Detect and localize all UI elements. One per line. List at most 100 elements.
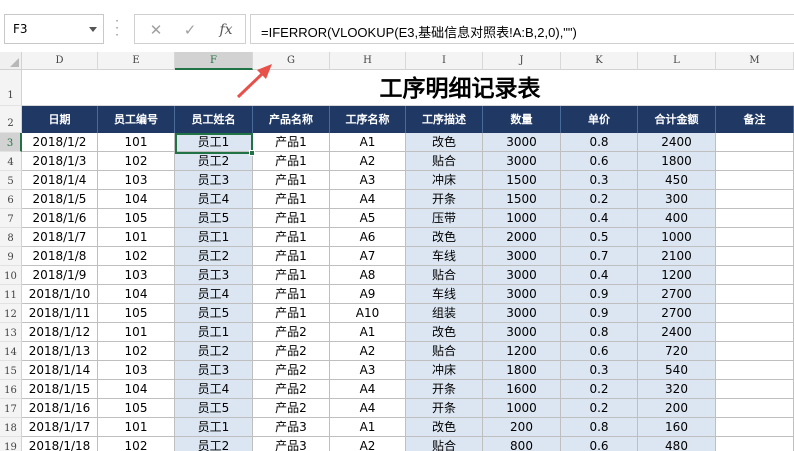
table-header-cell[interactable]: 数量 [483,106,561,133]
name-box[interactable]: F3 [4,14,104,44]
table-cell[interactable] [716,323,794,342]
table-header-cell[interactable]: 单价 [561,106,638,133]
row-header-17[interactable]: 17 [0,399,22,418]
table-cell[interactable]: 105 [98,399,175,418]
table-cell[interactable]: 贴合 [406,342,483,361]
table-cell[interactable]: 产品1 [253,266,330,285]
table-cell[interactable]: 102 [98,247,175,266]
table-cell[interactable]: 0.9 [561,304,638,323]
table-cell[interactable]: 1800 [483,361,561,380]
table-cell[interactable]: 2400 [638,323,716,342]
table-cell[interactable]: 3000 [483,285,561,304]
column-header-d[interactable]: D [22,52,98,70]
table-cell[interactable]: 0.3 [561,171,638,190]
row-header-10[interactable]: 10 [0,266,22,285]
enter-icon[interactable]: ✓ [181,21,199,39]
table-cell[interactable]: 开条 [406,190,483,209]
table-cell[interactable]: 产品2 [253,342,330,361]
table-header-cell[interactable]: 产品名称 [253,106,330,133]
table-cell[interactable]: 改色 [406,418,483,437]
table-cell[interactable]: 2400 [638,133,716,152]
table-cell[interactable]: 1000 [483,209,561,228]
table-cell[interactable] [716,209,794,228]
column-header-h[interactable]: H [330,52,406,70]
table-cell[interactable]: 开条 [406,399,483,418]
table-cell[interactable]: 2018/1/8 [22,247,98,266]
table-cell[interactable]: 800 [483,437,561,451]
table-cell[interactable]: 480 [638,437,716,451]
table-cell[interactable]: 104 [98,190,175,209]
table-cell[interactable]: 2000 [483,228,561,247]
table-cell[interactable]: 2018/1/17 [22,418,98,437]
table-cell[interactable]: 产品1 [253,304,330,323]
table-cell[interactable]: 改色 [406,228,483,247]
table-cell[interactable]: 0.6 [561,437,638,451]
table-cell[interactable]: 200 [483,418,561,437]
table-cell[interactable]: 540 [638,361,716,380]
row-header-11[interactable]: 11 [0,285,22,304]
table-cell[interactable]: 720 [638,342,716,361]
table-cell[interactable]: 104 [98,285,175,304]
table-cell[interactable]: A2 [330,342,406,361]
row-header-2[interactable]: 2 [0,106,22,133]
row-header-1[interactable]: 1 [0,70,22,106]
drag-handle-icon[interactable]: · · · [114,15,120,41]
column-header-j[interactable]: J [483,52,561,70]
table-cell[interactable] [716,380,794,399]
table-cell[interactable]: 105 [98,304,175,323]
table-cell[interactable]: 产品2 [253,399,330,418]
table-header-cell[interactable]: 员工姓名 [175,106,253,133]
table-header-cell[interactable]: 备注 [716,106,794,133]
table-cell[interactable]: 2018/1/16 [22,399,98,418]
table-cell[interactable]: 员工2 [175,152,253,171]
table-header-cell[interactable]: 员工编号 [98,106,175,133]
table-cell[interactable]: 产品2 [253,361,330,380]
table-cell[interactable]: 员工4 [175,285,253,304]
table-cell[interactable]: 1200 [638,266,716,285]
row-header-5[interactable]: 5 [0,171,22,190]
table-cell[interactable]: 1500 [483,190,561,209]
table-cell[interactable]: 0.2 [561,190,638,209]
table-cell[interactable]: 压带 [406,209,483,228]
table-cell[interactable] [716,437,794,451]
table-cell[interactable]: 车线 [406,285,483,304]
table-cell[interactable]: 员工1 [175,323,253,342]
table-cell[interactable]: 101 [98,228,175,247]
table-cell[interactable] [716,361,794,380]
formula-input[interactable]: =IFERROR(VLOOKUP(E3,基础信息对照表!A:B,2,0),"") [250,14,794,44]
table-cell[interactable]: 员工4 [175,380,253,399]
table-cell[interactable]: 0.2 [561,380,638,399]
row-header-15[interactable]: 15 [0,361,22,380]
table-cell[interactable]: 产品2 [253,323,330,342]
table-cell[interactable]: 103 [98,171,175,190]
table-cell[interactable]: 2018/1/14 [22,361,98,380]
table-cell[interactable]: 产品1 [253,171,330,190]
table-cell[interactable] [716,304,794,323]
table-cell[interactable]: A2 [330,152,406,171]
table-cell[interactable]: 102 [98,342,175,361]
table-cell[interactable]: 160 [638,418,716,437]
table-cell[interactable] [716,342,794,361]
table-cell[interactable]: 员工3 [175,171,253,190]
table-cell[interactable]: 产品1 [253,190,330,209]
table-cell[interactable]: 3000 [483,323,561,342]
table-cell[interactable]: 200 [638,399,716,418]
column-header-g[interactable]: G [253,52,330,70]
insert-function-icon[interactable]: fx [217,21,235,39]
table-cell[interactable]: A2 [330,437,406,451]
table-cell[interactable] [716,247,794,266]
table-cell[interactable] [716,418,794,437]
table-cell[interactable]: 产品3 [253,418,330,437]
table-cell[interactable]: 2018/1/6 [22,209,98,228]
table-cell[interactable]: 3000 [483,152,561,171]
fill-handle[interactable] [249,150,255,156]
table-cell[interactable]: 1500 [483,171,561,190]
table-cell[interactable]: 2018/1/10 [22,285,98,304]
table-cell[interactable]: 0.5 [561,228,638,247]
table-cell[interactable]: A1 [330,323,406,342]
table-cell[interactable]: 1000 [638,228,716,247]
table-cell[interactable]: 3000 [483,266,561,285]
table-cell[interactable]: 0.8 [561,133,638,152]
table-cell[interactable]: 改色 [406,133,483,152]
table-cell[interactable]: 2018/1/15 [22,380,98,399]
